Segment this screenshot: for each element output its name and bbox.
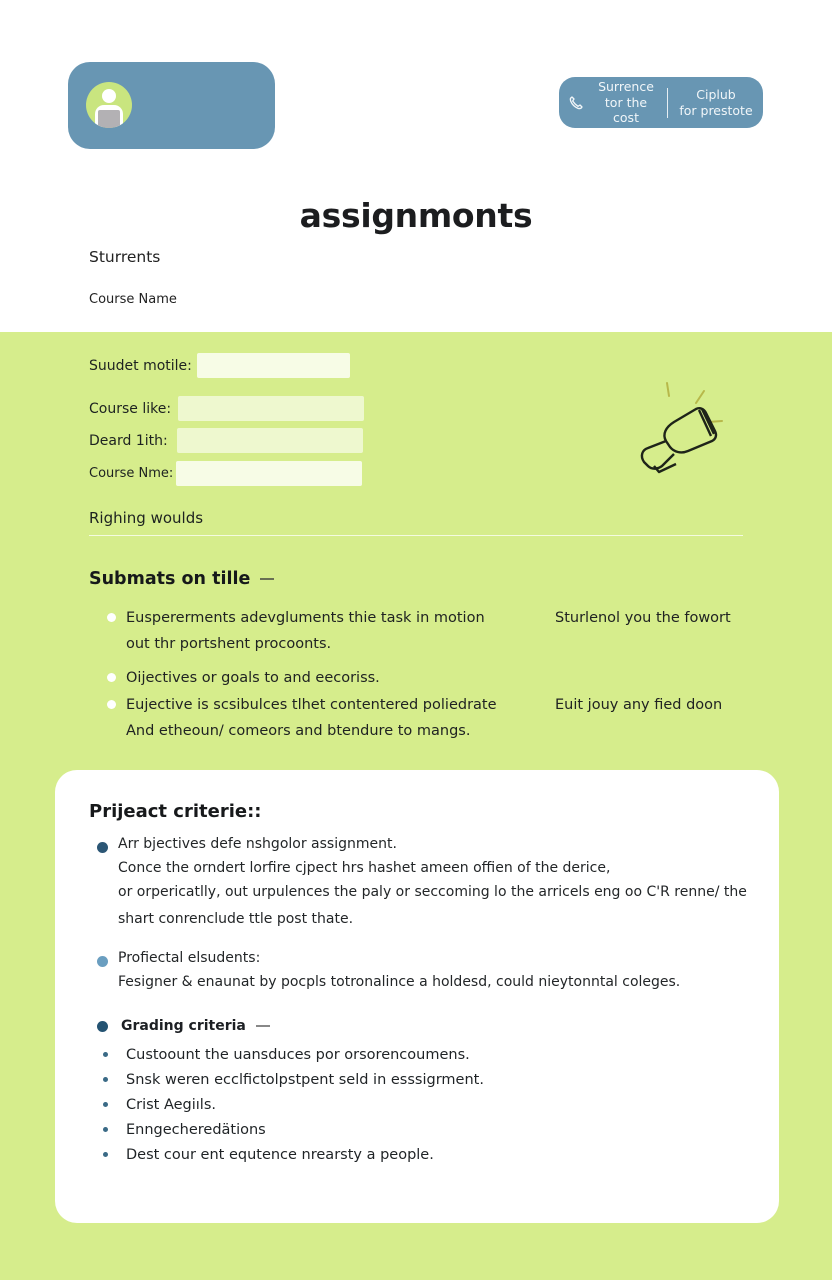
contact-right-line2: for prestote <box>679 102 753 118</box>
avatar-book <box>98 110 120 128</box>
criteria-line: shart conrenclude ttle post thate. <box>118 911 354 927</box>
field-label: Suudet motile: <box>89 357 192 374</box>
title-dash <box>255 1025 270 1027</box>
list-item: Snsk weren ecclfictolpstpent seld in ess… <box>103 1067 484 1092</box>
contact-separator <box>667 87 668 118</box>
bullet-dot <box>97 956 108 967</box>
contact-right-line1: Ciplub <box>696 87 736 102</box>
list-item-text: Crist Aegiıls. <box>126 1096 217 1113</box>
bullet-dot <box>107 613 116 622</box>
project-criteria-title: Prijeact criterie:: <box>89 801 262 822</box>
list-item: Custoount the uansduces por orsorencoume… <box>103 1042 484 1067</box>
list-item-text: Oijectives or goals to and eecoriss. <box>126 665 546 691</box>
section-divider <box>89 535 743 536</box>
list-item-text: Enngecheredätions <box>126 1121 266 1138</box>
list-item: Dest cour ent equtence nrearsty a people… <box>103 1142 484 1167</box>
contact-button[interactable]: Surrence tor the cost Ciplub for prestot… <box>559 77 763 128</box>
grading-criteria-title-text: Grading criteria <box>121 1018 246 1034</box>
criteria-line: Profiectal elsudents: <box>118 950 261 966</box>
list-item-line: And etheoun/ comeors and btendure to man… <box>126 723 471 739</box>
bullet-dot <box>103 1102 108 1107</box>
course-like-input[interactable] <box>178 396 365 421</box>
submissions-title-text: Submats on tille <box>89 569 251 589</box>
list-item-line: out thr portshent procoonts. <box>126 636 332 652</box>
list-item-text: Dest cour ent equtence nrearsty a people… <box>126 1146 434 1163</box>
page-title: assignmonts <box>299 196 533 235</box>
form-row-course-like: Course like: <box>89 396 365 421</box>
submissions-title: Submats on tille <box>89 569 275 589</box>
profile-card[interactable] <box>68 62 275 149</box>
bullet-dot <box>107 673 116 682</box>
bullet-dot <box>107 700 116 709</box>
megaphone-icon <box>640 382 723 474</box>
avatar-head <box>102 89 116 103</box>
bullet-dot <box>97 1020 108 1032</box>
list-item-side-note: Sturlenol you the fowort <box>555 610 731 626</box>
list-item-side-note: Euit jouy any fied doon <box>555 697 723 713</box>
form-row-student-motile: Suudet motile: <box>89 353 350 378</box>
field-label: Course Nme: <box>89 466 174 481</box>
list-item-text: Eujective is scsibulces tlhet contentere… <box>126 692 546 744</box>
grading-criteria-list: Custoount the uansduces por orsorencoume… <box>103 1042 484 1167</box>
list-item-line: Euspererments adevgluments thie task in … <box>126 610 485 626</box>
deard-input[interactable] <box>176 428 363 453</box>
bullet-dot <box>103 1152 108 1157</box>
contact-left-line2: tor the cost <box>604 94 648 126</box>
list-item: Crist Aegiıls. <box>103 1092 484 1117</box>
student-motile-input[interactable] <box>196 353 350 378</box>
page-header: Surrence tor the cost Ciplub for prestot… <box>0 0 832 332</box>
criteria-line: Arr bjectives defe nsһgolor assignment. <box>118 836 397 852</box>
bullet-dot <box>97 842 108 853</box>
form-row-course-name: Course Nme: <box>89 461 363 486</box>
project-criteria-card: Prijeact criterie:: Arr bjectives defe n… <box>55 770 779 1223</box>
list-item: Enngecheredätions <box>103 1117 484 1142</box>
list-item-text: Euspererments adevgluments thie task in … <box>126 605 546 657</box>
field-label: Course like: <box>89 400 172 417</box>
contact-left-label: Surrence tor the cost <box>591 79 661 126</box>
title-dash <box>260 578 275 580</box>
course-name-input[interactable] <box>176 461 363 486</box>
bullet-dot <box>103 1052 108 1057</box>
field-label: Deard 1ith: <box>89 432 168 449</box>
bullet-dot <box>103 1127 108 1132</box>
list-item-text: Custoount the uansduces por orsorencoume… <box>126 1046 470 1063</box>
form-row-deard: Deard 1ith: <box>89 428 363 453</box>
phone-icon <box>569 95 583 109</box>
criteria-line: or orpericatlly, out urpulences the paly… <box>118 884 747 900</box>
user-avatar-icon[interactable] <box>86 82 132 128</box>
list-item-line: Oijectives or goals to and eecoriss. <box>126 670 380 686</box>
course-name-label: Course Name <box>89 292 177 307</box>
page-subtitle: Sturrents <box>89 248 161 266</box>
contact-right-label: Ciplub for prestote <box>678 87 754 118</box>
criteria-line: Fesigner & enaunat by pocpls totronalinc… <box>118 974 681 990</box>
grading-criteria-title: Grading criteria <box>97 1018 270 1034</box>
criteria-line: Conce the orndert lorfire cjpect hrs has… <box>118 860 611 876</box>
list-item-text: Snsk weren ecclfictolpstpent seld in ess… <box>126 1071 484 1088</box>
contact-left-line1: Surrence <box>598 79 654 95</box>
list-item-line: Eujective is scsibulces tlhet contentere… <box>126 697 497 713</box>
bullet-dot <box>103 1077 108 1082</box>
section-label-righing: Righing woulds <box>89 509 204 527</box>
